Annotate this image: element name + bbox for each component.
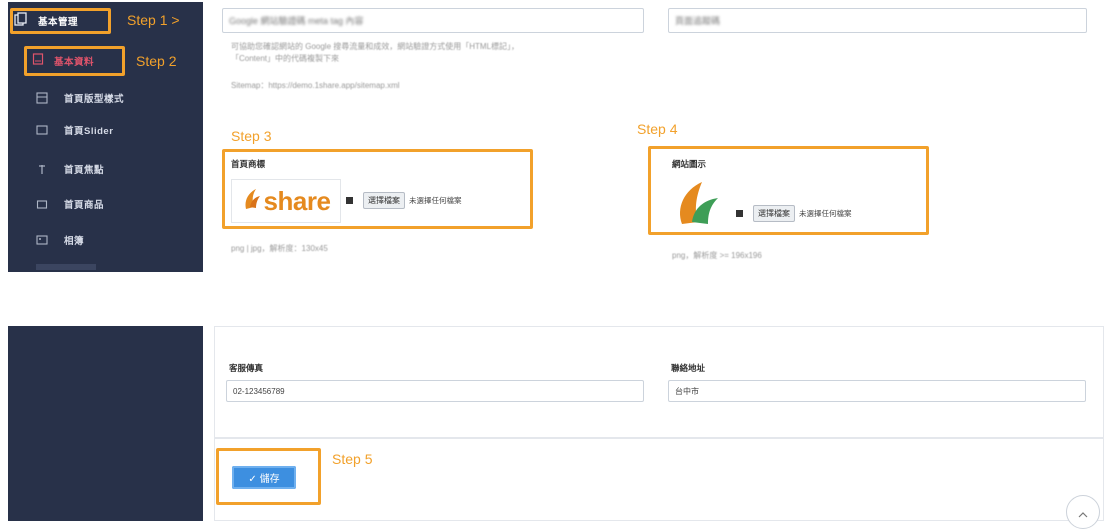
- step1-label: Step 1 >: [127, 12, 180, 28]
- favicon-choose-file-button[interactable]: 選擇檔案: [753, 205, 795, 222]
- address-value: 台中市: [675, 386, 699, 396]
- scroll-to-top-button[interactable]: [1066, 495, 1100, 529]
- fax-input[interactable]: 02-123456789: [226, 380, 644, 402]
- address-label: 聯絡地址: [671, 363, 706, 373]
- sidebar-item-album[interactable]: 相簿: [8, 229, 211, 251]
- album-icon: [36, 234, 50, 246]
- step5-label: Step 5: [332, 451, 373, 467]
- logo-hint: png | jpg，解析度：130x45: [231, 244, 328, 253]
- sidebar-item-label: 首頁版型樣式: [64, 94, 125, 105]
- sidebar-item-products[interactable]: 首頁商品: [8, 193, 211, 215]
- file-icon: [346, 197, 353, 204]
- fax-label: 客服傳真: [229, 363, 264, 373]
- pin-icon: [36, 163, 50, 175]
- help-text-sitemap: Sitemap：https://demo.1share.app/sitemap.…: [231, 81, 400, 90]
- step1-highlight: [10, 8, 111, 34]
- save-button[interactable]: ✓ 儲存: [232, 466, 296, 489]
- help-text-line2: 「Content」中的代碼複製下來: [231, 54, 340, 63]
- google-verification-input[interactable]: Google 網站驗證碼 meta tag 內容: [222, 8, 644, 33]
- step2-label: Step 2: [136, 53, 177, 69]
- layout-icon: [36, 92, 50, 104]
- logo-text: share: [263, 185, 331, 216]
- logo-preview: share: [231, 179, 341, 223]
- box-icon: [36, 198, 50, 210]
- tracking-code-input[interactable]: 頁面追蹤碼: [668, 8, 1087, 33]
- logo-choose-file-button[interactable]: 選擇檔案: [363, 192, 405, 209]
- favicon-file-status: 未選擇任何檔案: [799, 209, 852, 218]
- sidebar-item-layout[interactable]: 首頁版型樣式: [8, 87, 211, 109]
- favicon-preview: [672, 178, 722, 228]
- sidebar-bottom: [8, 326, 203, 521]
- sidebar-item-label: 首頁商品: [64, 200, 105, 211]
- sidebar-item-label: 首頁焦點: [64, 165, 105, 176]
- sidebar-item-focus[interactable]: 首頁焦點: [8, 158, 211, 180]
- step4-label: Step 4: [637, 121, 678, 137]
- sidebar-item-partial: [36, 264, 96, 270]
- input-value: 頁面追蹤碼: [675, 16, 721, 26]
- logo-file-picker[interactable]: 選擇檔案 未選擇任何檔案: [346, 192, 462, 209]
- fax-value: 02-123456789: [233, 386, 285, 396]
- sidebar-item-slider[interactable]: 首頁Slider: [8, 119, 211, 141]
- favicon-logo-icon: [680, 182, 718, 224]
- favicon-hint: png，解析度 >= 196x196: [672, 251, 762, 260]
- favicon-label: 網站圖示: [672, 159, 707, 169]
- help-text-line1: 可協助您確認網站的 Google 搜尋流量和成效，網站驗證方式使用「HTML標記…: [231, 42, 520, 51]
- sidebar-item-label: 相簿: [64, 236, 85, 247]
- sidebar-item-label: 首頁Slider: [64, 126, 114, 137]
- file-icon: [736, 210, 743, 217]
- step3-label: Step 3: [231, 128, 272, 144]
- favicon-file-picker[interactable]: 選擇檔案 未選擇任何檔案: [736, 205, 852, 222]
- image-icon: [36, 124, 50, 136]
- step2-highlight: [24, 46, 125, 76]
- chevron-up-icon: [1078, 505, 1088, 528]
- input-value: Google 網站驗證碼 meta tag 內容: [229, 16, 364, 26]
- address-input[interactable]: 台中市: [668, 380, 1086, 402]
- logo-file-status: 未選擇任何檔案: [409, 196, 462, 205]
- logo-label: 首頁商標: [231, 159, 266, 169]
- share-logo-icon: [242, 187, 262, 216]
